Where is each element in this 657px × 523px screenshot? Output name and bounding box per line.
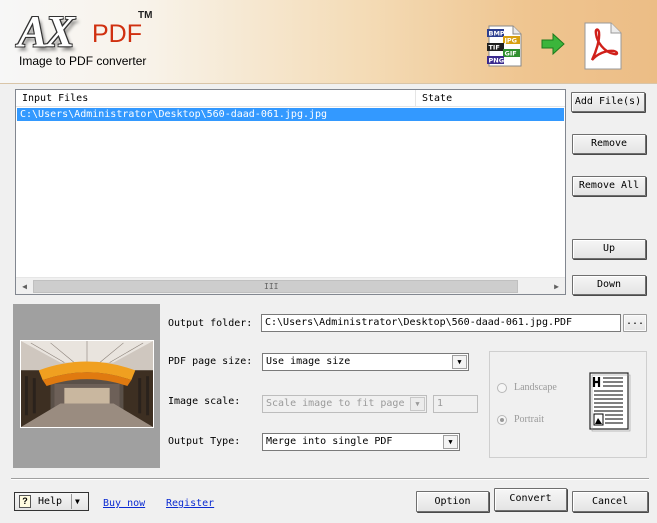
logo-pdf: PDF xyxy=(92,20,142,48)
portrait-label: Portrait xyxy=(514,414,544,425)
help-icon: ? xyxy=(19,495,31,508)
preview-thumbnail xyxy=(20,340,154,428)
chevron-down-icon[interactable]: ▼ xyxy=(410,397,425,411)
image-preview-panel xyxy=(13,304,160,468)
input-files-list[interactable]: Input Files State C:\Users\Administrator… xyxy=(15,89,566,295)
logo-trademark: TM xyxy=(138,10,153,21)
output-type-label: Output Type: xyxy=(168,436,241,447)
remove-button[interactable]: Remove xyxy=(572,134,646,154)
option-button[interactable]: Option xyxy=(416,491,489,512)
horizontal-scrollbar[interactable]: ◀ III ▶ xyxy=(16,277,565,294)
image-scale-value: Scale image to fit page xyxy=(266,398,405,409)
help-button[interactable]: ? Help ▼ xyxy=(14,492,89,511)
output-type-dropdown[interactable]: Merge into single PDF ▼ xyxy=(262,433,460,451)
scrollbar-thumb[interactable]: III xyxy=(33,280,518,293)
format-label-jpg: JPG xyxy=(504,37,518,45)
page-size-dropdown[interactable]: Use image size ▼ xyxy=(262,353,469,371)
image-scale-dropdown[interactable]: Scale image to fit page ▼ xyxy=(262,395,427,413)
move-down-button[interactable]: Down xyxy=(572,275,646,295)
help-label: Help xyxy=(38,496,63,507)
help-divider xyxy=(71,494,72,509)
output-folder-field[interactable]: C:\Users\Administrator\Desktop\560-daad-… xyxy=(261,314,621,332)
scrollbar-grip-icon: III xyxy=(264,282,279,291)
arrow-right-icon xyxy=(541,33,565,55)
chevron-down-icon[interactable]: ▼ xyxy=(452,355,467,369)
list-header: Input Files State xyxy=(16,90,565,107)
format-label-png: PNG xyxy=(489,57,505,65)
buy-now-link[interactable]: Buy now xyxy=(103,497,145,511)
add-files-button[interactable]: Add File(s) xyxy=(571,92,645,112)
landscape-label: Landscape xyxy=(514,382,557,393)
portrait-page-icon xyxy=(589,372,631,432)
chevron-down-icon[interactable]: ▼ xyxy=(443,435,458,449)
radio-dot-selected-icon xyxy=(497,415,507,425)
output-folder-label: Output folder: xyxy=(168,318,253,329)
portrait-radio[interactable]: Portrait xyxy=(497,413,587,427)
logo-ax: AX xyxy=(18,7,75,56)
format-label-gif: GIF xyxy=(505,50,517,58)
column-header-input-files[interactable]: Input Files xyxy=(16,90,416,107)
format-label-tif: TIF xyxy=(489,44,500,52)
page-size-label: PDF page size: xyxy=(168,356,253,367)
column-header-state[interactable]: State xyxy=(416,90,565,107)
pdf-document-icon xyxy=(584,22,622,70)
image-formats-icon: BMP JPG TIF GIF PNG xyxy=(487,25,522,67)
format-label-bmp: BMP xyxy=(489,30,505,38)
orientation-panel: Landscape Portrait xyxy=(489,351,647,458)
scroll-left-icon[interactable]: ◀ xyxy=(16,278,33,295)
register-link[interactable]: Register xyxy=(166,497,214,511)
footer-separator xyxy=(11,478,649,480)
scroll-right-icon[interactable]: ▶ xyxy=(548,278,565,295)
output-type-value: Merge into single PDF xyxy=(266,436,393,447)
list-item-selected[interactable]: C:\Users\Administrator\Desktop\560-daad-… xyxy=(17,108,564,121)
app-subtitle: Image to PDF converter xyxy=(19,54,147,68)
remove-all-button[interactable]: Remove All xyxy=(572,176,646,196)
convert-button[interactable]: Convert xyxy=(494,488,567,511)
cancel-button[interactable]: Cancel xyxy=(572,491,648,512)
scale-number-field[interactable]: 1 xyxy=(433,395,478,413)
browse-folder-button[interactable]: ... xyxy=(623,314,647,332)
image-scale-label: Image scale: xyxy=(168,396,241,407)
move-up-button[interactable]: Up xyxy=(572,239,646,259)
app-header: AX PDF TM Image to PDF converter BMP JPG… xyxy=(0,0,657,84)
chevron-down-icon[interactable]: ▼ xyxy=(75,493,80,510)
page-size-value: Use image size xyxy=(266,356,351,367)
landscape-radio[interactable]: Landscape xyxy=(497,381,587,395)
radio-dot-icon xyxy=(497,383,507,393)
